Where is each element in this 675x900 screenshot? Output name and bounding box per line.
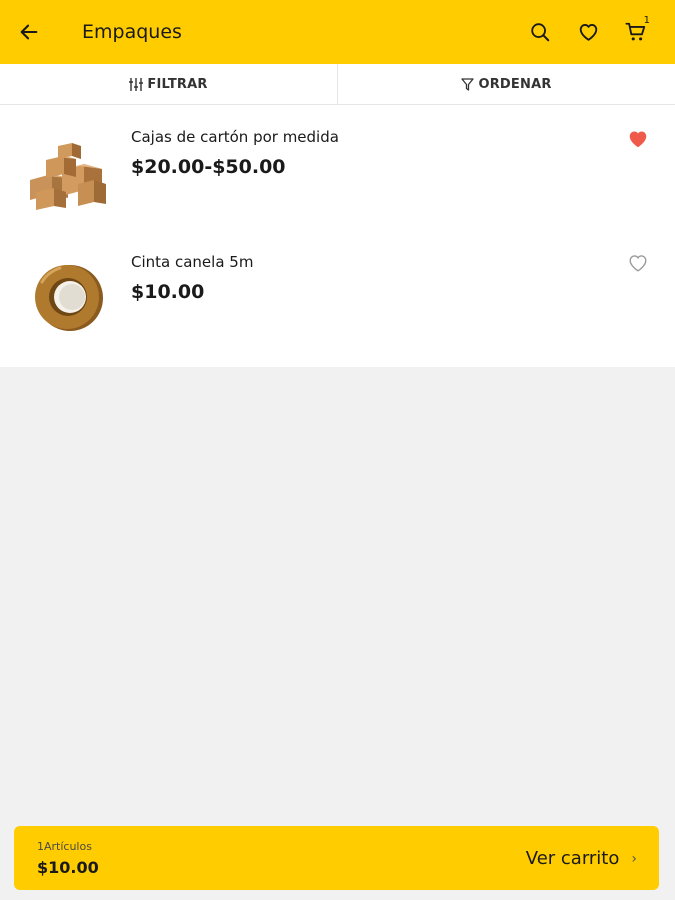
view-cart-button[interactable]: Ver carrito › [526, 848, 637, 869]
heart-outline-icon [629, 255, 647, 272]
filter-button[interactable]: FILTRAR [0, 64, 337, 104]
favorite-toggle[interactable] [625, 251, 651, 275]
product-card[interactable]: Cinta canela 5m $10.00 [0, 229, 675, 353]
favorite-toggle[interactable] [625, 127, 651, 151]
funnel-icon [461, 77, 475, 91]
page-title: Empaques [82, 21, 182, 43]
search-button[interactable] [526, 18, 554, 46]
sort-button[interactable]: ORDENAR [337, 64, 675, 104]
cart-count-badge: 1 [643, 15, 650, 26]
heart-outline-icon [579, 24, 597, 41]
product-price: $10.00 [131, 281, 205, 303]
product-price: $20.00-$50.00 [131, 156, 286, 178]
product-image-boxes[interactable] [24, 140, 110, 210]
filter-label: FILTRAR [147, 76, 208, 92]
view-cart-label: Ver carrito [525, 848, 620, 869]
filter-sort-bar: FILTRAR ORDENAR [0, 64, 675, 105]
product-name[interactable]: Cajas de cartón por medida [131, 128, 339, 146]
cart-summary-bar[interactable]: 1Artículos $10.00 Ver carrito › [14, 826, 659, 890]
packing-tape-image [35, 265, 103, 331]
cart-button[interactable]: 1 [622, 15, 650, 46]
search-icon [531, 23, 550, 42]
back-button[interactable] [14, 17, 44, 47]
favorites-button[interactable] [574, 18, 602, 46]
product-image-tape[interactable] [24, 262, 110, 332]
heart-filled-icon [629, 131, 647, 148]
chevron-right-icon: › [631, 850, 637, 867]
product-name[interactable]: Cinta canela 5m [131, 253, 253, 271]
arrow-left-icon [20, 24, 38, 40]
cart-total: $10.00 [37, 858, 99, 877]
sort-label: ORDENAR [478, 76, 552, 92]
product-card[interactable]: Cajas de cartón por medida $20.00-$50.00 [0, 105, 675, 229]
app-bar: Empaques 1 [0, 0, 675, 64]
product-list: Cajas de cartón por medida $20.00-$50.00… [0, 105, 675, 367]
cart-item-count: 1Artículos [37, 840, 92, 853]
cardboard-boxes-image [30, 143, 106, 210]
sliders-icon [129, 77, 144, 91]
